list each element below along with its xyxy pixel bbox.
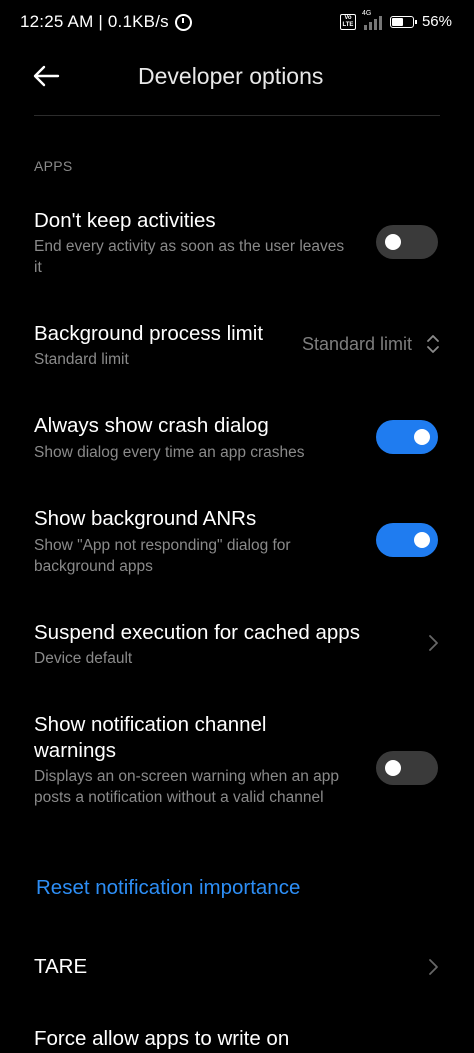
setting-always-show-crash-dialog[interactable]: Always show crash dialog Show dialog eve… bbox=[0, 405, 474, 475]
setting-subtitle: End every activity as soon as the user l… bbox=[34, 238, 345, 276]
toggle-knob bbox=[414, 429, 430, 445]
toggle-knob bbox=[414, 532, 430, 548]
setting-subtitle: Show "App not responding" dialog for bac… bbox=[34, 537, 291, 575]
setting-notification-channel-warnings[interactable]: Show notification channel warnings Displ… bbox=[0, 704, 474, 834]
chevron-right-icon bbox=[429, 959, 438, 975]
chevron-up-down-icon bbox=[427, 335, 439, 353]
dont-keep-activities-toggle[interactable] bbox=[376, 225, 438, 259]
setting-tare[interactable]: TARE bbox=[0, 945, 474, 990]
alarm-icon bbox=[174, 13, 192, 31]
toggle-knob bbox=[385, 234, 401, 250]
setting-suspend-execution[interactable]: Suspend execution for cached apps Device… bbox=[0, 612, 474, 677]
setting-title: Always show crash dialog bbox=[34, 414, 269, 437]
setting-title: Force allow apps to write on bbox=[34, 1027, 290, 1050]
always-show-crash-dialog-toggle[interactable] bbox=[376, 420, 438, 454]
section-label-apps: APPS bbox=[34, 158, 73, 174]
toggle-knob bbox=[385, 760, 401, 776]
setting-show-background-anrs[interactable]: Show background ANRs Show "App not respo… bbox=[0, 498, 474, 588]
volte-icon: Vo LTE bbox=[339, 13, 356, 30]
setting-subtitle: Device default bbox=[34, 650, 133, 667]
setting-title: Don't keep activities bbox=[34, 209, 216, 232]
setting-dont-keep-activities[interactable]: Don't keep activities End every activity… bbox=[0, 200, 474, 290]
reset-notification-importance-button[interactable]: Reset notification importance bbox=[36, 876, 300, 900]
chevron-right-icon bbox=[429, 635, 438, 651]
show-background-anrs-toggle[interactable] bbox=[376, 523, 438, 557]
background-process-limit-select[interactable]: Standard limit bbox=[302, 334, 412, 355]
top-app-bar: Developer options bbox=[0, 48, 474, 114]
setting-title: TARE bbox=[34, 955, 88, 978]
arrow-left-icon bbox=[33, 65, 60, 87]
battery-icon bbox=[389, 15, 417, 28]
setting-force-allow-apps[interactable]: Force allow apps to write on bbox=[0, 1018, 474, 1053]
setting-title: Show notification channel warnings bbox=[34, 713, 267, 762]
network-type-label: 4G bbox=[361, 9, 372, 17]
back-button[interactable] bbox=[30, 60, 70, 92]
header-divider bbox=[34, 115, 440, 116]
notification-channel-warnings-toggle[interactable] bbox=[376, 751, 438, 785]
status-bar: 12:25 AM | 0.1KB/s Vo LTE 4G 56% bbox=[0, 0, 474, 48]
setting-title: Show background ANRs bbox=[34, 507, 257, 530]
setting-background-process-limit[interactable]: Background process limit Standard limit … bbox=[0, 315, 474, 380]
setting-subtitle: Displays an on-screen warning when an ap… bbox=[34, 768, 340, 806]
setting-title: Suspend execution for cached apps bbox=[34, 621, 360, 644]
page-title: Developer options bbox=[138, 63, 324, 89]
signal-icon: 4G bbox=[362, 10, 382, 30]
battery-percent: 56% bbox=[421, 13, 452, 30]
setting-subtitle: Show dialog every time an app crashes bbox=[34, 444, 305, 461]
status-time-speed: 12:25 AM | 0.1KB/s bbox=[20, 12, 169, 31]
